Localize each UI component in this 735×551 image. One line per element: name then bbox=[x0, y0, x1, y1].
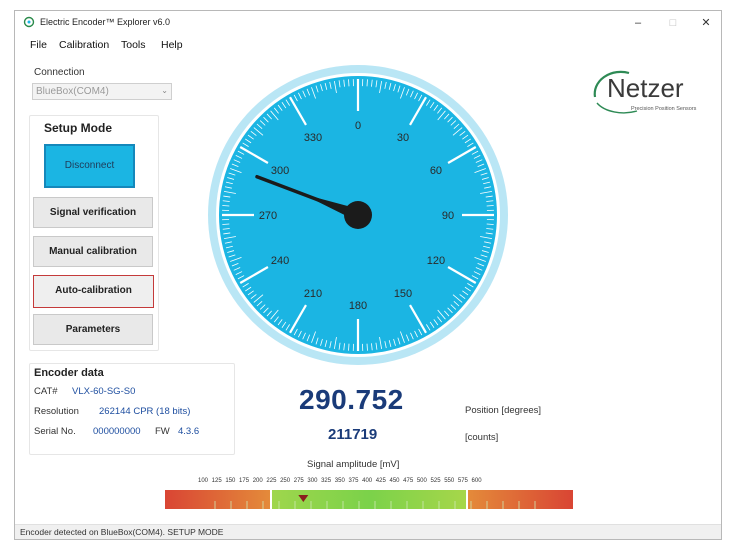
disconnect-button[interactable]: Disconnect bbox=[44, 144, 135, 188]
status-bar: Encoder detected on BlueBox(COM4). SETUP… bbox=[15, 524, 721, 539]
gauge-label-90: 90 bbox=[442, 210, 454, 222]
gauge-label-180: 180 bbox=[349, 300, 367, 312]
serial-value: 000000000 bbox=[93, 426, 141, 437]
gauge-hub bbox=[344, 201, 372, 229]
gauge-label-120: 120 bbox=[427, 255, 445, 267]
maximize-button[interactable]: □ bbox=[658, 14, 688, 32]
signal-high-zone bbox=[467, 490, 573, 509]
signal-low-zone bbox=[165, 490, 271, 509]
resolution-label: Resolution bbox=[34, 406, 79, 417]
serial-label: Serial No. bbox=[34, 426, 76, 437]
auto-calibration-button[interactable]: Auto-calibration bbox=[33, 275, 154, 308]
minimize-button[interactable]: – bbox=[623, 14, 653, 32]
signal-bar-ticks bbox=[214, 501, 536, 509]
app-window: Electric Encoder™ Explorer v6.0 – □ ✕ Fi… bbox=[14, 10, 722, 540]
signal-amplitude-title: Signal amplitude [mV] bbox=[307, 459, 400, 470]
setup-mode-title: Setup Mode bbox=[44, 121, 112, 135]
encoder-data-title: Encoder data bbox=[34, 367, 104, 379]
resolution-value: 262144 CPR (18 bits) bbox=[99, 406, 191, 417]
netzer-logo: Netzer Precision Position Sensors bbox=[593, 70, 697, 114]
gauge-label-270: 270 bbox=[259, 210, 277, 222]
connection-value: BlueBox(COM4) bbox=[36, 86, 109, 97]
connection-label: Connection bbox=[34, 67, 85, 78]
position-degrees-label: Position [degrees] bbox=[465, 405, 542, 416]
gauge-label-150: 150 bbox=[394, 288, 412, 300]
fw-value: 4.3.6 bbox=[178, 426, 200, 437]
manual-calibration-button[interactable]: Manual calibration bbox=[33, 236, 153, 267]
position-degrees-readout: 290.752 bbox=[299, 384, 404, 415]
position-counts-readout: 211719 bbox=[328, 426, 378, 443]
menu-bar: File Calibration Tools Help bbox=[15, 36, 721, 54]
gauge-label-210: 210 bbox=[304, 288, 322, 300]
gauge-label-300: 300 bbox=[271, 165, 289, 177]
chevron-down-icon: ⌄ bbox=[161, 86, 168, 95]
logo-name: Netzer bbox=[607, 73, 684, 103]
signal-ok-zone bbox=[271, 490, 467, 509]
menu-calibration[interactable]: Calibration bbox=[59, 39, 109, 51]
gauge-label-330: 330 bbox=[304, 132, 322, 144]
gauge-label-30: 30 bbox=[397, 132, 409, 144]
close-button[interactable]: ✕ bbox=[691, 14, 721, 32]
cat-label: CAT# bbox=[34, 386, 58, 397]
window-title: Electric Encoder™ Explorer v6.0 bbox=[40, 17, 171, 27]
gauge-label-0: 0 bbox=[355, 120, 361, 132]
gauge-label-240: 240 bbox=[271, 255, 289, 267]
logo-tagline: Precision Position Sensors bbox=[631, 106, 697, 112]
connection-combo[interactable]: BlueBox(COM4) ⌄ bbox=[32, 83, 172, 100]
position-gauge: 0 30 60 90 120 150 180 210 240 270 300 330 bbox=[208, 65, 508, 365]
fw-label: FW bbox=[155, 426, 170, 437]
gauge-label-60: 60 bbox=[430, 165, 442, 177]
title-bar: Electric Encoder™ Explorer v6.0 – □ ✕ bbox=[15, 11, 721, 35]
status-text: Encoder detected on BlueBox(COM4). SETUP… bbox=[20, 527, 224, 537]
menu-file[interactable]: File bbox=[30, 39, 47, 51]
app-logo-icon bbox=[23, 16, 35, 28]
cat-value: VLX-60-SG-S0 bbox=[72, 386, 136, 397]
position-counts-label: [counts] bbox=[465, 432, 499, 443]
signal-verification-button[interactable]: Signal verification bbox=[33, 197, 153, 228]
parameters-button[interactable]: Parameters bbox=[33, 314, 153, 345]
menu-tools[interactable]: Tools bbox=[121, 39, 146, 51]
signal-amplitude-ticks: 100 125 150 175 200 225 250 275 300 325 … bbox=[198, 478, 482, 484]
menu-help[interactable]: Help bbox=[161, 39, 183, 51]
signal-amplitude-bar bbox=[165, 489, 573, 510]
